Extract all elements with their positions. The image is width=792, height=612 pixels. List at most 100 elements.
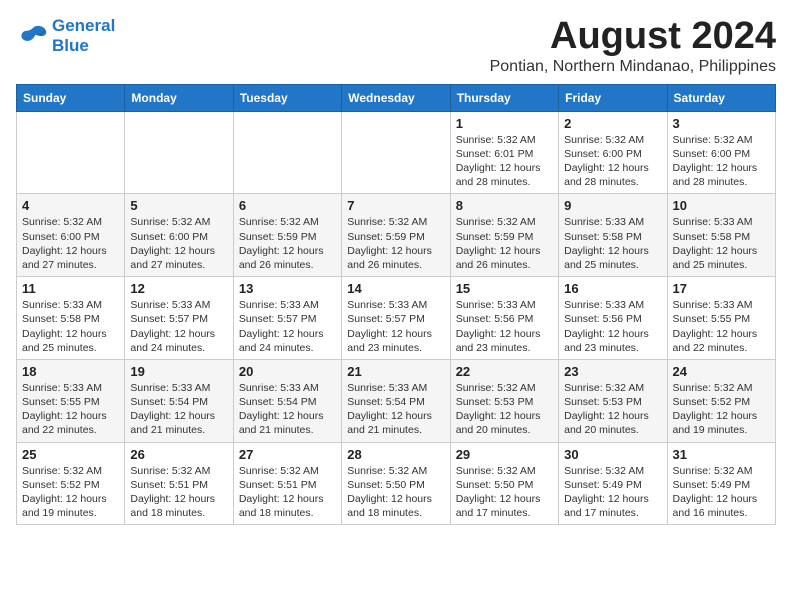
day-cell: 22 Sunrise: 5:32 AMSunset: 5:53 PMDayligh… (450, 359, 558, 442)
day-cell: 20Sunrise: 5:33 AMSunset: 5:54 PMDayligh… (233, 359, 341, 442)
day-info: Sunrise: 5:32 AMSunset: 5:59 PMDaylight:… (456, 215, 553, 272)
day-info: Sunrise: 5:32 AMSunset: 5:53 PMDaylight:… (456, 381, 553, 438)
day-info: Sunrise: 5:32 AMSunset: 5:49 PMDaylight:… (564, 464, 661, 521)
calendar-table: SundayMondayTuesdayWednesdayThursdayFrid… (16, 84, 776, 525)
day-cell: 31 Sunrise: 5:32 AMSunset: 5:49 PMDayligh… (667, 442, 775, 525)
day-number: 19 (130, 364, 227, 379)
day-number: 14 (347, 281, 444, 296)
day-info: Sunrise: 5:32 AMSunset: 6:00 PMDaylight:… (673, 133, 770, 190)
day-number: 24 (673, 364, 770, 379)
day-number: 27 (239, 447, 336, 462)
day-cell: 15 Sunrise: 5:33 AMSunset: 5:56 PMDayligh… (450, 277, 558, 360)
day-info: Sunrise: 5:32 AMSunset: 6:00 PMDaylight:… (564, 133, 661, 190)
week-row-3: 11Sunrise: 5:33 AMSunset: 5:58 PMDayligh… (17, 277, 776, 360)
location-title: Pontian, Northern Mindanao, Philippines (490, 58, 776, 76)
day-info: Sunrise: 5:33 AMSunset: 5:56 PMDaylight:… (564, 298, 661, 355)
day-info: Sunrise: 5:33 AMSunset: 5:56 PMDaylight:… (456, 298, 553, 355)
logo-text: General Blue (52, 16, 115, 55)
day-info: Sunrise: 5:33 AMSunset: 5:57 PMDaylight:… (130, 298, 227, 355)
week-row-4: 18Sunrise: 5:33 AMSunset: 5:55 PMDayligh… (17, 359, 776, 442)
day-cell: 7 Sunrise: 5:32 AMSunset: 5:59 PMDaylight… (342, 194, 450, 277)
day-info: Sunrise: 5:32 AMSunset: 6:00 PMDaylight:… (130, 215, 227, 272)
day-header-saturday: Saturday (667, 84, 775, 111)
day-number: 25 (22, 447, 119, 462)
day-cell: 11Sunrise: 5:33 AMSunset: 5:58 PMDayligh… (17, 277, 125, 360)
week-row-1: 1 Sunrise: 5:32 AMSunset: 6:01 PMDaylight… (17, 111, 776, 194)
day-cell (17, 111, 125, 194)
day-info: Sunrise: 5:32 AMSunset: 5:52 PMDaylight:… (22, 464, 119, 521)
day-info: Sunrise: 5:32 AMSunset: 5:53 PMDaylight:… (564, 381, 661, 438)
day-number: 7 (347, 198, 444, 213)
week-row-2: 4Sunrise: 5:32 AMSunset: 6:00 PMDaylight… (17, 194, 776, 277)
day-cell: 21 Sunrise: 5:33 AMSunset: 5:54 PMDayligh… (342, 359, 450, 442)
day-number: 2 (564, 116, 661, 131)
day-info: Sunrise: 5:33 AMSunset: 5:54 PMDaylight:… (239, 381, 336, 438)
day-cell: 16 Sunrise: 5:33 AMSunset: 5:56 PMDayligh… (559, 277, 667, 360)
day-cell: 1 Sunrise: 5:32 AMSunset: 6:01 PMDaylight… (450, 111, 558, 194)
day-number: 26 (130, 447, 227, 462)
day-info: Sunrise: 5:33 AMSunset: 5:54 PMDaylight:… (130, 381, 227, 438)
day-cell: 17 Sunrise: 5:33 AMSunset: 5:55 PMDayligh… (667, 277, 775, 360)
day-info: Sunrise: 5:32 AMSunset: 5:50 PMDaylight:… (347, 464, 444, 521)
calendar-header-row: SundayMondayTuesdayWednesdayThursdayFrid… (17, 84, 776, 111)
day-cell: 5Sunrise: 5:32 AMSunset: 6:00 PMDaylight… (125, 194, 233, 277)
day-info: Sunrise: 5:33 AMSunset: 5:58 PMDaylight:… (564, 215, 661, 272)
day-number: 29 (456, 447, 553, 462)
day-number: 9 (564, 198, 661, 213)
day-number: 8 (456, 198, 553, 213)
logo-icon (16, 22, 48, 50)
day-info: Sunrise: 5:32 AMSunset: 5:52 PMDaylight:… (673, 381, 770, 438)
day-info: Sunrise: 5:33 AMSunset: 5:55 PMDaylight:… (22, 381, 119, 438)
day-cell (342, 111, 450, 194)
day-number: 13 (239, 281, 336, 296)
page-header: General Blue August 2024 Pontian, Northe… (16, 16, 776, 76)
day-number: 22 (456, 364, 553, 379)
day-number: 6 (239, 198, 336, 213)
week-row-5: 25 Sunrise: 5:32 AMSunset: 5:52 PMDayligh… (17, 442, 776, 525)
day-header-friday: Friday (559, 84, 667, 111)
day-cell: 23 Sunrise: 5:32 AMSunset: 5:53 PMDayligh… (559, 359, 667, 442)
day-info: Sunrise: 5:33 AMSunset: 5:55 PMDaylight:… (673, 298, 770, 355)
day-cell (125, 111, 233, 194)
day-number: 1 (456, 116, 553, 131)
day-cell: 24 Sunrise: 5:32 AMSunset: 5:52 PMDayligh… (667, 359, 775, 442)
day-info: Sunrise: 5:32 AMSunset: 5:51 PMDaylight:… (130, 464, 227, 521)
day-info: Sunrise: 5:32 AMSunset: 5:59 PMDaylight:… (347, 215, 444, 272)
day-number: 21 (347, 364, 444, 379)
day-number: 23 (564, 364, 661, 379)
day-header-thursday: Thursday (450, 84, 558, 111)
day-cell: 27 Sunrise: 5:32 AMSunset: 5:51 PMDayligh… (233, 442, 341, 525)
day-cell: 12Sunrise: 5:33 AMSunset: 5:57 PMDayligh… (125, 277, 233, 360)
day-number: 16 (564, 281, 661, 296)
day-number: 17 (673, 281, 770, 296)
month-title: August 2024 (490, 16, 776, 58)
day-cell: 30Sunrise: 5:32 AMSunset: 5:49 PMDayligh… (559, 442, 667, 525)
day-info: Sunrise: 5:33 AMSunset: 5:57 PMDaylight:… (347, 298, 444, 355)
day-number: 15 (456, 281, 553, 296)
title-block: August 2024 Pontian, Northern Mindanao, … (490, 16, 776, 76)
day-info: Sunrise: 5:32 AMSunset: 5:49 PMDaylight:… (673, 464, 770, 521)
day-info: Sunrise: 5:33 AMSunset: 5:54 PMDaylight:… (347, 381, 444, 438)
day-cell: 13Sunrise: 5:33 AMSunset: 5:57 PMDayligh… (233, 277, 341, 360)
day-info: Sunrise: 5:32 AMSunset: 6:00 PMDaylight:… (22, 215, 119, 272)
day-cell: 3Sunrise: 5:32 AMSunset: 6:00 PMDaylight… (667, 111, 775, 194)
day-cell: 26 Sunrise: 5:32 AMSunset: 5:51 PMDayligh… (125, 442, 233, 525)
day-header-tuesday: Tuesday (233, 84, 341, 111)
day-cell: 4Sunrise: 5:32 AMSunset: 6:00 PMDaylight… (17, 194, 125, 277)
day-header-monday: Monday (125, 84, 233, 111)
day-info: Sunrise: 5:32 AMSunset: 5:51 PMDaylight:… (239, 464, 336, 521)
day-number: 31 (673, 447, 770, 462)
day-cell: 10 Sunrise: 5:33 AMSunset: 5:58 PMDayligh… (667, 194, 775, 277)
day-cell: 6 Sunrise: 5:32 AMSunset: 5:59 PMDaylight… (233, 194, 341, 277)
day-cell: 19 Sunrise: 5:33 AMSunset: 5:54 PMDayligh… (125, 359, 233, 442)
day-info: Sunrise: 5:33 AMSunset: 5:58 PMDaylight:… (22, 298, 119, 355)
day-info: Sunrise: 5:33 AMSunset: 5:58 PMDaylight:… (673, 215, 770, 272)
day-cell: 2 Sunrise: 5:32 AMSunset: 6:00 PMDaylight… (559, 111, 667, 194)
day-header-sunday: Sunday (17, 84, 125, 111)
day-header-wednesday: Wednesday (342, 84, 450, 111)
day-info: Sunrise: 5:32 AMSunset: 6:01 PMDaylight:… (456, 133, 553, 190)
day-info: Sunrise: 5:32 AMSunset: 5:59 PMDaylight:… (239, 215, 336, 272)
day-number: 10 (673, 198, 770, 213)
day-info: Sunrise: 5:32 AMSunset: 5:50 PMDaylight:… (456, 464, 553, 521)
day-cell: 29 Sunrise: 5:32 AMSunset: 5:50 PMDayligh… (450, 442, 558, 525)
